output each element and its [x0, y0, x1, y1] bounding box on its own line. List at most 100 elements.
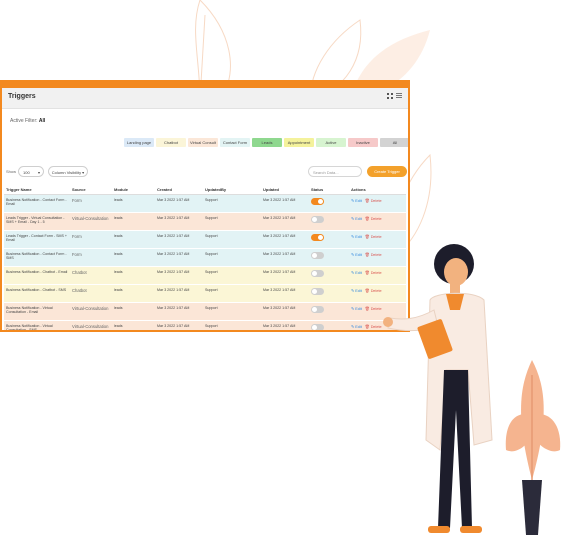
- filter-chip[interactable]: Landing page: [124, 138, 154, 147]
- cell-module: leads: [112, 194, 155, 213]
- filter-chip[interactable]: Leads: [252, 138, 282, 147]
- delete-label: Delete: [370, 235, 382, 239]
- cell-source: Form: [70, 230, 112, 249]
- column-header[interactable]: Actions: [349, 184, 406, 195]
- cell-updatedby: Support: [203, 266, 261, 285]
- filter-chip[interactable]: All: [380, 138, 408, 147]
- table-row[interactable]: Leads Trigger - Virtual Consultation - S…: [4, 212, 406, 231]
- edit-label: Edit: [355, 289, 362, 293]
- delete-button[interactable]: 🗑 Delete: [365, 235, 382, 239]
- filter-chip[interactable]: Appointment: [284, 138, 314, 147]
- cell-status: [309, 194, 349, 213]
- edit-button[interactable]: ✎ Edit: [351, 271, 362, 275]
- active-filter-label: Active Filter:: [10, 118, 38, 124]
- filter-chip[interactable]: Virtual Consult: [188, 138, 218, 147]
- active-filter-value: All: [38, 118, 46, 124]
- chevron-down-icon: ▾: [37, 170, 40, 175]
- cell-source: Form: [70, 194, 112, 213]
- cell-created: Mar 3 2022 1:57 AM: [155, 266, 203, 285]
- create-trigger-button[interactable]: Create Trigger: [367, 166, 407, 177]
- table-header-row: Trigger Name Source Module Created UpdatedBy…: [4, 184, 406, 195]
- cell-actions: ✎ Edit 🗑 Delete: [349, 212, 406, 231]
- edit-button[interactable]: ✎ Edit: [351, 325, 362, 329]
- cell-updatedby: Support: [203, 320, 261, 330]
- column-header[interactable]: Updated: [261, 184, 309, 195]
- cell-status: [309, 320, 349, 330]
- edit-label: Edit: [355, 235, 362, 239]
- cell-updated: Mar 3 2022 1:57 AM: [261, 248, 309, 267]
- cell-source: Chatbot: [70, 266, 112, 285]
- status-toggle[interactable]: [311, 306, 324, 313]
- status-toggle[interactable]: [311, 198, 324, 205]
- cell-name: Business Notification - Contact Form - S…: [4, 248, 70, 267]
- table-row[interactable]: Business Notification - Contact Form - E…: [4, 194, 406, 213]
- cell-module: leads: [112, 230, 155, 249]
- cell-name: Business Notification - Chatbot - Email: [4, 266, 70, 285]
- cell-source: Chatbot: [70, 284, 112, 303]
- column-header[interactable]: Trigger Name: [4, 184, 70, 195]
- cell-updated: Mar 3 2022 1:57 AM: [261, 284, 309, 303]
- table-row[interactable]: Business Notification - Chatbot - SMS Cha…: [4, 284, 406, 303]
- page-size-value: 100: [23, 170, 30, 175]
- edit-button[interactable]: ✎ Edit: [351, 199, 362, 203]
- cell-status: [309, 302, 349, 321]
- cell-name: Business Notification - Contact Form - E…: [4, 194, 70, 213]
- column-header[interactable]: Created: [155, 184, 203, 195]
- table-row[interactable]: Business Notification - Contact Form - S…: [4, 248, 406, 267]
- cell-module: leads: [112, 302, 155, 321]
- edit-label: Edit: [355, 307, 362, 311]
- edit-button[interactable]: ✎ Edit: [351, 307, 362, 311]
- delete-label: Delete: [370, 199, 382, 203]
- column-header[interactable]: Module: [112, 184, 155, 195]
- status-toggle[interactable]: [311, 288, 324, 295]
- status-toggle[interactable]: [311, 270, 324, 277]
- edit-button[interactable]: ✎ Edit: [351, 235, 362, 239]
- cell-status: [309, 230, 349, 249]
- delete-button[interactable]: 🗑 Delete: [365, 199, 382, 203]
- edit-label: Edit: [355, 271, 362, 275]
- filter-chip[interactable]: Contact Form: [220, 138, 250, 147]
- status-toggle[interactable]: [311, 252, 324, 259]
- list-view-icon[interactable]: [396, 93, 402, 99]
- column-header[interactable]: Source: [70, 184, 112, 195]
- cell-created: Mar 3 2022 1:57 AM: [155, 302, 203, 321]
- delete-button[interactable]: 🗑 Delete: [365, 217, 382, 221]
- grid-view-icon[interactable]: [387, 93, 393, 99]
- cell-status: [309, 266, 349, 285]
- cell-created: Mar 3 2022 1:57 AM: [155, 248, 203, 267]
- filter-chip[interactable]: Chatbot: [156, 138, 186, 147]
- show-label: Show: [6, 169, 17, 174]
- status-toggle[interactable]: [311, 216, 324, 223]
- table-row[interactable]: Business Notification - Virtual Consulta…: [4, 302, 406, 321]
- column-header[interactable]: UpdatedBy: [203, 184, 261, 195]
- edit-button[interactable]: ✎ Edit: [351, 253, 362, 257]
- filter-chips: Landing page Chatbot Virtual Consult Contac…: [124, 138, 408, 147]
- cell-source: Virtual-Consultation: [70, 320, 112, 330]
- filter-chip[interactable]: Active: [316, 138, 346, 147]
- edit-button[interactable]: ✎ Edit: [351, 217, 362, 221]
- status-toggle[interactable]: [311, 234, 324, 241]
- cell-updatedby: Support: [203, 212, 261, 231]
- edit-label: Edit: [355, 217, 362, 221]
- cell-name: Business Notification - Chatbot - SMS: [4, 284, 70, 303]
- cell-updatedby: Support: [203, 284, 261, 303]
- cell-updatedby: Support: [203, 302, 261, 321]
- plant-illustration: [505, 360, 561, 535]
- cell-updatedby: Support: [203, 230, 261, 249]
- cell-source: Virtual-Consultation: [70, 212, 112, 231]
- search-input[interactable]: Search Data...: [308, 166, 362, 177]
- edit-button[interactable]: ✎ Edit: [351, 289, 362, 293]
- page-size-select[interactable]: 100 ▾: [18, 166, 44, 177]
- filter-chip[interactable]: Inactive: [348, 138, 378, 147]
- panel-header: Triggers: [2, 88, 408, 109]
- cell-updatedby: Support: [203, 194, 261, 213]
- column-header[interactable]: Status: [309, 184, 349, 195]
- status-toggle[interactable]: [311, 324, 324, 330]
- column-visibility-button[interactable]: Column Visibility ▾: [48, 166, 88, 177]
- table-row[interactable]: Leads Trigger - Contact Form - SMS + Ema…: [4, 230, 406, 249]
- cell-updated: Mar 3 2022 1:57 AM: [261, 230, 309, 249]
- cell-module: leads: [112, 284, 155, 303]
- table-row[interactable]: Business Notification - Virtual Consulta…: [4, 320, 406, 330]
- table-row[interactable]: Business Notification - Chatbot - Email C…: [4, 266, 406, 285]
- cell-status: [309, 248, 349, 267]
